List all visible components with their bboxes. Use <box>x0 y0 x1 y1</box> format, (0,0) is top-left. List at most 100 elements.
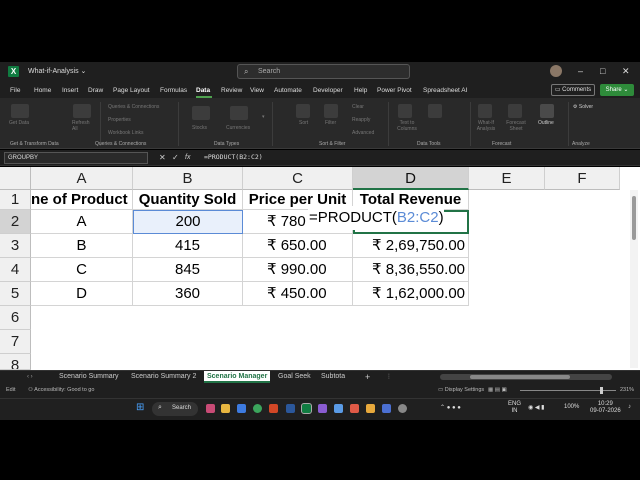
word-icon[interactable] <box>286 404 295 413</box>
cell-a4[interactable]: C <box>31 258 133 282</box>
clock[interactable]: 10:29 09-07-2026 <box>590 401 621 415</box>
close-button[interactable]: ✕ <box>622 66 630 77</box>
cell-a5[interactable]: D <box>31 282 133 306</box>
chrome-icon[interactable] <box>253 404 262 413</box>
tab-insert[interactable]: Insert <box>62 87 78 94</box>
tab-power-pivot[interactable]: Power Pivot <box>377 87 412 94</box>
currencies-icon[interactable] <box>230 106 248 120</box>
add-sheet-button[interactable]: + <box>362 371 373 383</box>
share-button[interactable]: Share ⌄ <box>600 84 634 96</box>
view-buttons[interactable]: ▦ ▤ ▣ <box>488 387 507 393</box>
battery-level[interactable]: 100% <box>564 404 579 410</box>
filter-icon[interactable] <box>324 104 338 118</box>
text-to-columns-button[interactable]: Text to Columns <box>394 120 420 132</box>
tab-home[interactable]: Home <box>34 87 51 94</box>
sheet-tab-scenario-summary[interactable]: Scenario Summary <box>56 371 122 383</box>
browser-icon[interactable] <box>237 404 246 413</box>
what-if-icon[interactable] <box>478 104 492 118</box>
cell-a1[interactable]: ne of Product <box>31 190 133 210</box>
currencies-button[interactable]: Currencies <box>226 125 250 131</box>
app-icon[interactable] <box>318 404 327 413</box>
stocks-icon[interactable] <box>192 106 210 120</box>
sort-icon[interactable] <box>296 104 310 118</box>
cell-b5[interactable]: 360 <box>133 282 243 306</box>
cell-b2[interactable]: 200 <box>133 210 243 234</box>
app-icon[interactable] <box>350 404 359 413</box>
advanced-button[interactable]: Advanced <box>352 130 374 136</box>
tab-options-icon[interactable]: ⋮ <box>383 371 395 383</box>
sort-button[interactable]: Sort <box>299 120 308 126</box>
row-header-4[interactable]: 4 <box>0 258 31 282</box>
tab-developer[interactable]: Developer <box>313 87 343 94</box>
taskbar-search[interactable]: ⌕ Search <box>152 402 198 416</box>
row-header-5[interactable]: 5 <box>0 282 31 306</box>
minimize-button[interactable]: – <box>578 66 583 76</box>
tab-spreadsheet-ai[interactable]: Spreadsheet AI <box>423 87 467 94</box>
filter-button[interactable]: Filter <box>325 120 336 126</box>
search-input[interactable]: ⌕ Search <box>237 64 410 79</box>
tab-view[interactable]: View <box>250 87 264 94</box>
get-data-button[interactable]: Get Data <box>9 120 31 126</box>
sheet-tab-subtota[interactable]: Subtota <box>318 371 348 383</box>
outline-button[interactable]: Outline <box>538 120 554 126</box>
avatar[interactable] <box>550 65 562 77</box>
accessibility-status[interactable]: ⚇ Accessibility: Good to go <box>28 387 94 393</box>
cell-d3[interactable]: ₹ 2,69,750.00 <box>353 234 469 258</box>
tab-formulas[interactable]: Formulas <box>160 87 187 94</box>
queries-connections-button[interactable]: Queries & Connections <box>108 104 159 110</box>
maximize-button[interactable]: □ <box>600 66 605 76</box>
document-title[interactable]: What-if-Analysis ⌄ <box>28 67 86 75</box>
reapply-button[interactable]: Reapply <box>352 117 370 123</box>
tray-icons[interactable]: ⌃ ● ● ● <box>440 404 461 411</box>
file-explorer-icon[interactable] <box>221 404 230 413</box>
app-icon[interactable] <box>366 404 375 413</box>
tab-review[interactable]: Review <box>221 87 242 94</box>
confirm-entry-button[interactable]: ✓ <box>172 153 179 162</box>
tab-help[interactable]: Help <box>354 87 367 94</box>
forecast-sheet-button[interactable]: Forecast Sheet <box>503 120 529 132</box>
clear-button[interactable]: Clear <box>352 104 364 110</box>
forecast-sheet-icon[interactable] <box>508 104 522 118</box>
tab-data[interactable]: Data <box>196 87 210 94</box>
stocks-button[interactable]: Stocks <box>192 125 207 131</box>
app-icon[interactable] <box>334 404 343 413</box>
data-types-expand-icon[interactable]: ▾ <box>262 114 265 120</box>
cell-c4[interactable]: ₹ 990.00 <box>243 258 353 282</box>
properties-button[interactable]: Properties <box>108 117 131 123</box>
cell-d4[interactable]: ₹ 8,36,550.00 <box>353 258 469 282</box>
cell-b4[interactable]: 845 <box>133 258 243 282</box>
tab-automate[interactable]: Automate <box>274 87 302 94</box>
cell-b1[interactable]: Quantity Sold <box>133 190 243 210</box>
cell-a3[interactable]: B <box>31 234 133 258</box>
language-indicator[interactable]: ENG IN <box>508 401 521 415</box>
excel-taskbar-icon[interactable] <box>301 403 312 414</box>
settings-gear-icon[interactable] <box>398 404 407 413</box>
column-header-f[interactable]: F <box>545 167 620 190</box>
cell-a2[interactable]: A <box>31 210 133 234</box>
row-header-7[interactable]: 7 <box>0 330 31 354</box>
tab-draw[interactable]: Draw <box>88 87 103 94</box>
row-header-8[interactable]: 8 <box>0 354 31 370</box>
sheet-tab-scenario-summary-2[interactable]: Scenario Summary 2 <box>128 371 199 383</box>
in-cell-formula-editor[interactable]: =PRODUCT(B2:C2) <box>308 206 444 230</box>
name-box[interactable]: GROUPBY <box>4 152 148 164</box>
workbook-links-button[interactable]: Workbook Links <box>108 130 143 136</box>
notification-bell-icon[interactable]: ♪ <box>628 404 631 410</box>
column-header-c[interactable]: C <box>243 167 353 190</box>
cancel-entry-button[interactable]: ✕ <box>159 153 166 162</box>
app-icon[interactable] <box>206 404 215 413</box>
tab-scroll-left-icon[interactable]: ‹ › <box>24 371 36 383</box>
what-if-analysis-button[interactable]: What-If Analysis <box>472 120 500 132</box>
column-header-e[interactable]: E <box>469 167 545 190</box>
comments-button[interactable]: ▭ Comments <box>551 84 595 96</box>
row-header-3[interactable]: 3 <box>0 234 31 258</box>
horizontal-scroll-thumb[interactable] <box>470 375 570 379</box>
app-icon[interactable] <box>382 404 391 413</box>
text-to-columns-icon[interactable] <box>398 104 412 118</box>
solver-button[interactable]: ⚙ Solver <box>573 104 593 110</box>
column-header-a[interactable]: A <box>31 167 133 190</box>
column-header-d[interactable]: D <box>353 167 469 190</box>
row-header-1[interactable]: 1 <box>0 190 31 210</box>
formula-input[interactable]: =PRODUCT(B2:C2) <box>204 153 263 161</box>
tab-page-layout[interactable]: Page Layout <box>113 87 150 94</box>
